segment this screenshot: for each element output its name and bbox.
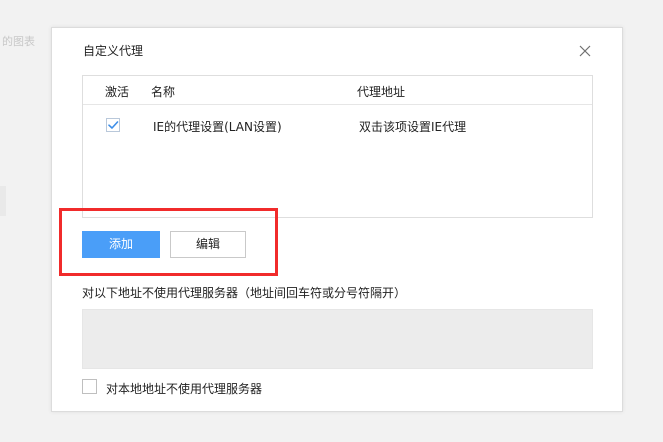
- background-edge-bar: [0, 186, 6, 216]
- row-address: 双击该项设置IE代理: [359, 120, 467, 134]
- row-name: IE的代理设置(LAN设置): [153, 120, 282, 134]
- column-header-name: 名称: [151, 85, 176, 99]
- table-header: 激活 名称 代理地址: [83, 76, 592, 105]
- active-checkbox[interactable]: [106, 118, 120, 132]
- column-header-active: 激活: [105, 85, 130, 99]
- add-button[interactable]: 添加: [82, 231, 160, 258]
- custom-proxy-dialog: 自定义代理 激活 名称 代理地址 IE的代理设置(LAN设置) 双击该项设置IE…: [51, 27, 623, 412]
- close-icon[interactable]: [578, 43, 592, 57]
- local-bypass-label: 对本地地址不使用代理服务器: [106, 382, 263, 396]
- column-header-address: 代理地址: [357, 85, 406, 99]
- edit-button[interactable]: 编辑: [170, 231, 246, 258]
- bypass-address-input[interactable]: [82, 309, 593, 369]
- proxy-table: 激活 名称 代理地址 IE的代理设置(LAN设置) 双击该项设置IE代理: [82, 75, 593, 218]
- background-text-fragment: 的图表: [2, 35, 35, 48]
- dialog-title: 自定义代理: [83, 44, 144, 58]
- checkmark-icon: [108, 121, 119, 129]
- bypass-label: 对以下地址不使用代理服务器（地址间回车符或分号符隔开）: [82, 286, 407, 300]
- table-row-ie-proxy[interactable]: IE的代理设置(LAN设置) 双击该项设置IE代理: [83, 105, 592, 143]
- local-bypass-checkbox[interactable]: [82, 379, 97, 394]
